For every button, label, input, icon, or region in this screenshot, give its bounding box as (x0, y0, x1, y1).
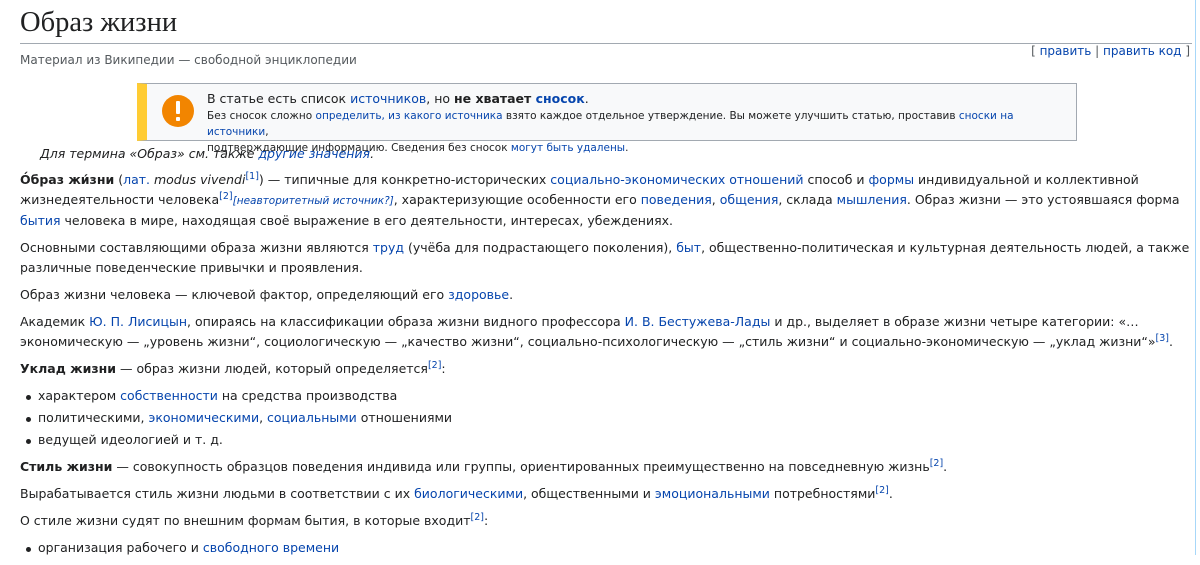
site-subtitle: Материал из Википедии — свободной энцикл… (20, 53, 357, 67)
emotional-link[interactable]: эмоциональными (655, 486, 770, 501)
paragraph-categories: Академик Ю. П. Лисицын, опираясь на клас… (20, 314, 1173, 349)
socio-economic-link[interactable]: социально-экономических отношений (550, 172, 803, 187)
way-of-life-list: характером собственности на средства про… (20, 386, 1192, 450)
property-link[interactable]: собственности (120, 388, 218, 403)
determine-source-link[interactable]: определить, из какого источника (316, 110, 503, 122)
content-border (1195, 0, 1196, 555)
bestuzhev-lada-link[interactable]: И. В. Бестужева-Лады (625, 314, 771, 329)
paragraph-lifestyle-forms: О стиле жизни судят по внешним формам бы… (20, 511, 489, 528)
footnote-ref[interactable]: [2] (428, 360, 441, 371)
article-body: О́браз жи́зни (лат. modus vivendi[1]) — … (20, 170, 1192, 565)
footnote-ref[interactable]: [2] (875, 485, 888, 496)
list-item: организация рабочего и свободного времен… (20, 538, 1192, 558)
edit-link[interactable]: править (1040, 44, 1092, 58)
may-be-deleted-link[interactable]: могут быть удалены (511, 142, 625, 154)
paragraph-health: Образ жизни человека — ключевой фактор, … (20, 287, 514, 302)
list-item: политическими, экономическими, социальны… (20, 408, 1192, 428)
footnote-ref[interactable]: [3] (1156, 333, 1169, 344)
footnote-ref[interactable]: [2] (930, 458, 943, 469)
daily-life-link[interactable]: быт (676, 240, 701, 255)
lisitsyn-link[interactable]: Ю. П. Лисицын (89, 314, 187, 329)
footnote-ref[interactable]: [2] (471, 512, 484, 523)
forms-link[interactable]: формы (869, 172, 915, 187)
notice-box: В статье есть список источников, но не х… (137, 83, 1077, 154)
health-link[interactable]: здоровье (448, 287, 509, 302)
list-item: характером собственности на средства про… (20, 386, 1192, 406)
free-time-link[interactable]: свободного времени (203, 540, 339, 555)
unreliable-source-link[interactable]: [неавторитетный источник?] (233, 195, 394, 207)
sources-link[interactable]: источников (350, 91, 426, 106)
page-title: Образ жизни (20, 5, 1192, 44)
economic-link[interactable]: экономическими (148, 410, 259, 425)
thinking-link[interactable]: мышления (837, 192, 907, 207)
labor-link[interactable]: труд (373, 240, 404, 255)
hatnote: Для термина «Образ» см. также другие зна… (40, 146, 375, 161)
edit-code-link[interactable]: править код (1103, 44, 1181, 58)
social-link[interactable]: социальными (267, 410, 357, 425)
latin-link[interactable]: лат. (123, 172, 150, 187)
paragraph-way-of-life: Уклад жизни — образ жизни людей, который… (20, 359, 446, 376)
being-link[interactable]: бытия (20, 213, 61, 228)
other-meanings-link[interactable]: другие значения (258, 146, 370, 161)
behavior-link[interactable]: поведения (641, 192, 712, 207)
lifestyle-list: организация рабочего и свободного времен… (20, 538, 1192, 558)
paragraph-intro: О́браз жи́зни (лат. modus vivendi[1]) — … (20, 170, 1180, 228)
paragraph-lifestyle-needs: Вырабатывается стиль жизни людьми в соот… (20, 484, 893, 501)
footnote-ref[interactable]: [2] (219, 191, 232, 202)
paragraph-components: Основными составляющими образа жизни явл… (20, 240, 1190, 275)
edit-links: [ править | править код ] (1031, 44, 1190, 58)
footnote-ref[interactable]: [1] (245, 171, 258, 182)
communication-link[interactable]: общения (720, 192, 779, 207)
paragraph-lifestyle: Стиль жизни — совокупность образцов пове… (20, 457, 948, 474)
list-item: ведущей идеологией и т. д. (20, 430, 1192, 450)
warning-icon (162, 95, 194, 127)
footnotes-link[interactable]: сносок (536, 91, 585, 106)
biological-link[interactable]: биологическими (414, 486, 523, 501)
